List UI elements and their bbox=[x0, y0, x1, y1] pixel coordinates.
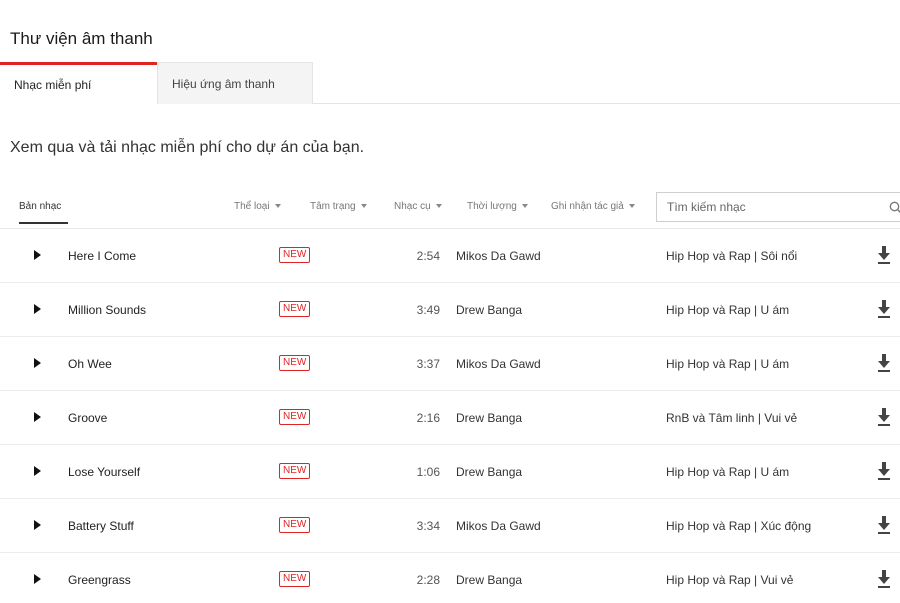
track-genre: Hip Hop và Rap | U ám bbox=[666, 357, 790, 371]
track-duration: 3:49 bbox=[416, 303, 440, 317]
filter-duration-label: Thời lượng bbox=[467, 201, 517, 212]
play-icon[interactable] bbox=[34, 466, 41, 476]
search-box bbox=[656, 192, 900, 222]
track-row: Oh Wee NEW 3:37 Mikos Da Gawd Hip Hop và… bbox=[0, 337, 900, 391]
track-row: Groove NEW 2:16 Drew Banga RnB và Tâm li… bbox=[0, 391, 900, 445]
caret-down-icon bbox=[628, 204, 635, 209]
filter-instrument[interactable]: Nhạc cụ bbox=[394, 201, 442, 212]
caret-down-icon bbox=[521, 204, 528, 209]
track-genre: Hip Hop và Rap | Xúc động bbox=[666, 519, 812, 533]
filter-instrument-label: Nhạc cụ bbox=[394, 201, 431, 212]
tab-sound-effects[interactable]: Hiệu ứng âm thanh bbox=[157, 62, 313, 104]
track-duration: 3:34 bbox=[416, 519, 440, 533]
download-icon[interactable] bbox=[876, 569, 892, 589]
track-genre: Hip Hop và Rap | Sôi nổi bbox=[666, 249, 798, 263]
page-subtitle: Xem qua và tải nhạc miễn phí cho dự án c… bbox=[10, 139, 365, 156]
caret-down-icon bbox=[360, 204, 367, 209]
play-icon[interactable] bbox=[34, 520, 41, 530]
new-badge: NEW bbox=[279, 409, 311, 425]
track-title: Lose Yourself bbox=[68, 465, 141, 479]
play-icon[interactable] bbox=[34, 304, 41, 314]
track-artist[interactable]: Drew Banga bbox=[456, 573, 522, 587]
new-badge: NEW bbox=[279, 355, 311, 371]
track-title: Here I Come bbox=[68, 249, 137, 263]
track-artist[interactable]: Drew Banga bbox=[456, 303, 522, 317]
play-icon[interactable] bbox=[34, 250, 41, 260]
track-genre: Hip Hop và Rap | Vui vẻ bbox=[666, 573, 794, 587]
play-icon[interactable] bbox=[34, 574, 41, 584]
tab-free-music[interactable]: Nhạc miễn phí bbox=[0, 62, 157, 105]
tab-bar: Nhạc miễn phí Hiệu ứng âm thanh bbox=[0, 62, 900, 105]
play-icon[interactable] bbox=[34, 412, 41, 422]
download-icon[interactable] bbox=[876, 407, 892, 427]
download-icon[interactable] bbox=[876, 461, 892, 481]
download-icon[interactable] bbox=[876, 515, 892, 535]
caret-down-icon bbox=[435, 204, 442, 209]
filter-attribution[interactable]: Ghi nhận tác giả bbox=[551, 201, 635, 212]
track-duration: 3:37 bbox=[416, 357, 440, 371]
track-title: Oh Wee bbox=[68, 357, 112, 371]
track-artist[interactable]: Mikos Da Gawd bbox=[456, 249, 541, 263]
track-list: Here I Come NEW 2:54 Mikos Da Gawd Hip H… bbox=[0, 229, 900, 603]
track-row: Million Sounds NEW 3:49 Drew Banga Hip H… bbox=[0, 283, 900, 337]
search-input[interactable] bbox=[657, 193, 877, 221]
track-artist[interactable]: Mikos Da Gawd bbox=[456, 519, 541, 533]
track-title: Battery Stuff bbox=[68, 519, 134, 533]
track-row: Lose Yourself NEW 1:06 Drew Banga Hip Ho… bbox=[0, 445, 900, 499]
play-icon[interactable] bbox=[34, 358, 41, 368]
track-duration: 2:16 bbox=[416, 411, 440, 425]
track-duration: 2:28 bbox=[416, 573, 440, 587]
new-badge: NEW bbox=[279, 247, 311, 263]
track-artist[interactable]: Drew Banga bbox=[456, 465, 522, 479]
track-genre: RnB và Tâm linh | Vui vẻ bbox=[666, 411, 798, 425]
track-row: Greengrass NEW 2:28 Drew Banga Hip Hop v… bbox=[0, 553, 900, 603]
track-title: Groove bbox=[68, 411, 108, 425]
track-row: Battery Stuff NEW 3:34 Mikos Da Gawd Hip… bbox=[0, 499, 900, 553]
track-row: Here I Come NEW 2:54 Mikos Da Gawd Hip H… bbox=[0, 229, 900, 283]
page-title: Thư viện âm thanh bbox=[10, 29, 153, 48]
filter-mood-label: Tâm trạng bbox=[310, 201, 356, 212]
track-title: Greengrass bbox=[68, 573, 131, 587]
caret-down-icon bbox=[274, 204, 281, 209]
track-duration: 1:06 bbox=[416, 465, 440, 479]
filter-genre-label: Thể loại bbox=[234, 201, 270, 212]
filter-attribution-label: Ghi nhận tác giả bbox=[551, 201, 624, 212]
filter-duration[interactable]: Thời lượng bbox=[467, 201, 528, 212]
column-track: Bản nhạc bbox=[19, 201, 68, 224]
download-icon[interactable] bbox=[876, 299, 892, 319]
track-duration: 2:54 bbox=[416, 249, 440, 263]
new-badge: NEW bbox=[279, 517, 311, 533]
filter-genre[interactable]: Thể loại bbox=[234, 201, 281, 212]
new-badge: NEW bbox=[279, 301, 311, 317]
track-artist[interactable]: Drew Banga bbox=[456, 411, 522, 425]
search-icon[interactable] bbox=[889, 201, 900, 215]
download-icon[interactable] bbox=[876, 353, 892, 373]
download-icon[interactable] bbox=[876, 245, 892, 265]
track-genre: Hip Hop và Rap | U ám bbox=[666, 465, 790, 479]
track-title: Million Sounds bbox=[68, 303, 147, 317]
filter-mood[interactable]: Tâm trạng bbox=[310, 201, 367, 212]
track-artist[interactable]: Mikos Da Gawd bbox=[456, 357, 541, 371]
new-badge: NEW bbox=[279, 571, 311, 587]
new-badge: NEW bbox=[279, 463, 311, 479]
track-genre: Hip Hop và Rap | U ám bbox=[666, 303, 790, 317]
